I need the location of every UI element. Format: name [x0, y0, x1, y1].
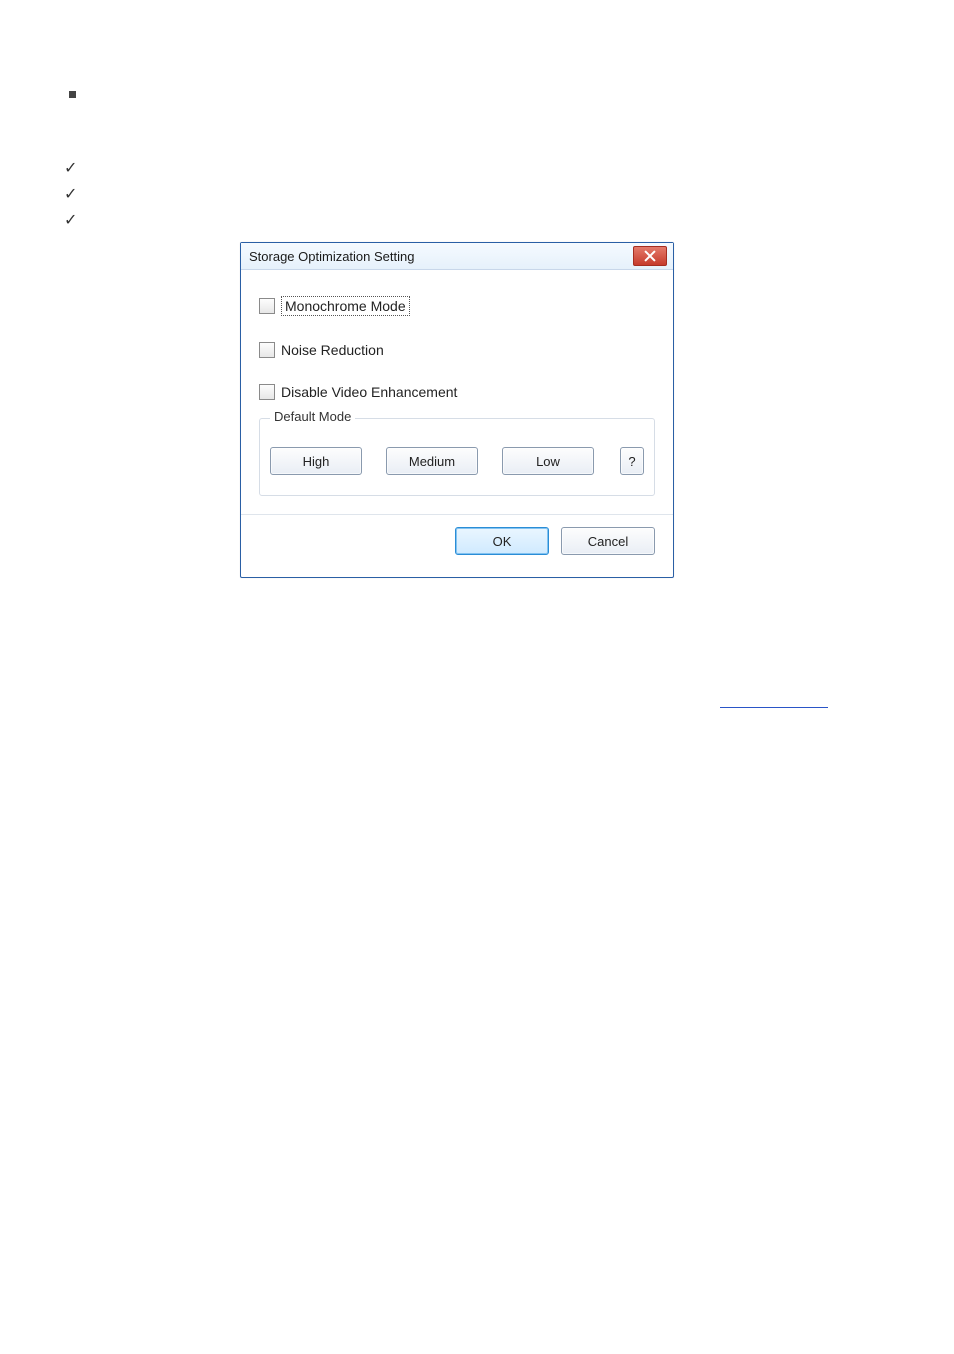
checkmark-icon: ✓: [64, 184, 77, 204]
checkmark-icon: ✓: [64, 210, 77, 230]
monochrome-mode-row: Monochrome Mode: [259, 296, 655, 316]
dialog-body: Monochrome Mode Noise Reduction Disable …: [241, 270, 673, 577]
medium-button[interactable]: Medium: [386, 447, 478, 475]
close-icon: [644, 250, 656, 262]
high-button[interactable]: High: [270, 447, 362, 475]
default-mode-legend: Default Mode: [270, 409, 355, 424]
monochrome-mode-checkbox[interactable]: [259, 298, 275, 314]
close-button[interactable]: [633, 246, 667, 266]
noise-reduction-checkbox[interactable]: [259, 342, 275, 358]
disable-enhancement-row: Disable Video Enhancement: [259, 384, 655, 400]
ok-button[interactable]: OK: [455, 527, 549, 555]
cancel-button[interactable]: Cancel: [561, 527, 655, 555]
low-button-label: Low: [536, 454, 560, 469]
separator: [241, 514, 673, 515]
help-button[interactable]: ?: [620, 447, 644, 475]
disable-enhancement-checkbox[interactable]: [259, 384, 275, 400]
titlebar: Storage Optimization Setting: [241, 243, 673, 270]
disable-enhancement-label: Disable Video Enhancement: [281, 384, 457, 400]
medium-button-label: Medium: [409, 454, 455, 469]
monochrome-mode-label: Monochrome Mode: [281, 296, 410, 316]
noise-reduction-row: Noise Reduction: [259, 342, 655, 358]
default-mode-group: Default Mode High Medium Low ?: [259, 418, 655, 496]
cancel-button-label: Cancel: [588, 534, 628, 549]
checkmark-icon: ✓: [64, 158, 77, 178]
dialog-title: Storage Optimization Setting: [249, 249, 414, 264]
high-button-label: High: [303, 454, 330, 469]
hyperlink-underline: [720, 707, 828, 708]
noise-reduction-label: Noise Reduction: [281, 342, 384, 358]
dialog-footer: OK Cancel: [259, 527, 655, 567]
low-button[interactable]: Low: [502, 447, 594, 475]
storage-optimization-dialog: Storage Optimization Setting Monochrome …: [240, 242, 674, 578]
ok-button-label: OK: [493, 534, 512, 549]
bullet-square: [69, 91, 76, 98]
help-button-label: ?: [628, 454, 635, 469]
